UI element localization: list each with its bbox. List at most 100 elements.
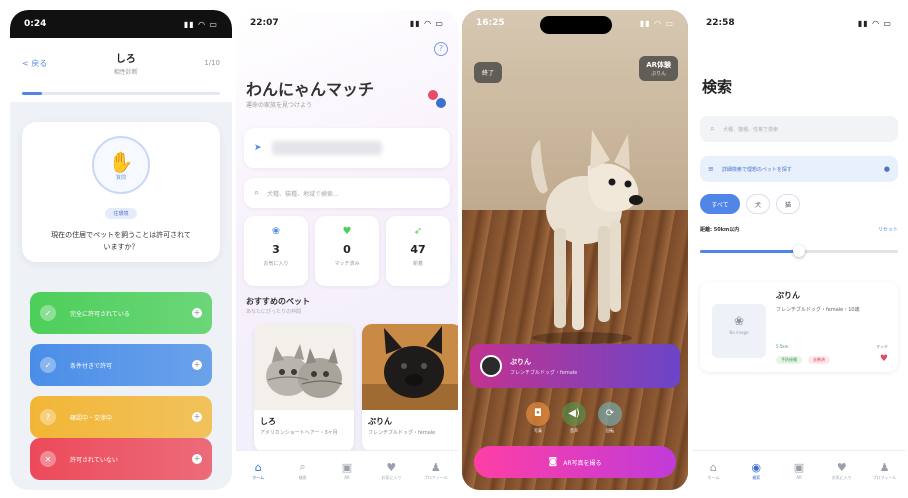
search-icon: ◉	[751, 460, 761, 474]
ar-photo-button[interactable]: ◙ AR写真を撮る	[474, 446, 676, 478]
signal-icon: ▮▮ ◠ ▭	[183, 19, 218, 29]
distance-slider[interactable]	[700, 245, 898, 257]
search-input[interactable]: ⌕ 犬種、猫種、地域で検索...	[244, 178, 450, 208]
species-filter-chips: すべて 犬 猫	[700, 194, 806, 214]
ar-screen: 16:25 ▮▮ ◠ ▭ 終了 AR体験 ぷりん ぷりん フレンチブルドッグ・f…	[462, 10, 688, 490]
search-icon: ⌕	[710, 124, 716, 134]
camera-icon[interactable]: ◘	[526, 402, 550, 426]
tab-label: AR	[796, 475, 802, 480]
stat-label: マッチ済み	[334, 261, 360, 267]
quiz-nav: < 戻る しろ 相性診断 1/10	[10, 50, 232, 76]
search-input[interactable]: ⌕ 犬種、猫種、性格で検索	[700, 116, 898, 142]
location-card[interactable]: ➤	[244, 128, 450, 168]
chip-dog[interactable]: 犬	[746, 194, 770, 214]
tab-label: 検索	[298, 475, 307, 480]
category-badge: 住環境	[105, 208, 137, 219]
filter-icon: ≡	[708, 165, 714, 173]
speaker-icon[interactable]: ◀)	[562, 402, 586, 426]
question-card: ✋ 質問 住環境 現在の住居でペットを飼うことは許可されていますか？	[22, 122, 220, 262]
answer-option-3[interactable]: ? 確認中・交渉中 +	[30, 396, 212, 438]
advanced-search-banner[interactable]: ≡ 詳細検索で理想のペットを探す ●	[700, 156, 898, 182]
distance-reset-link[interactable]: リセット	[878, 226, 898, 233]
heart-icon: ♥	[342, 226, 352, 237]
home-screen: 22:07 ▮▮ ◠ ▭ ? わんにゃんマッチ 運命の家族を見つけよう ➤ ⌕ …	[236, 10, 458, 490]
status-bar: 22:07 ▮▮ ◠ ▭	[236, 10, 458, 36]
tab-home[interactable]: ⌂ ホーム	[240, 461, 276, 481]
tab-bar: ⌂ ホーム ⌕ 検索 ▣ AR ♥ お気に入り ♟ プロフィール	[236, 450, 458, 490]
option-label: 許可されていない	[70, 456, 118, 464]
pet-distance: 5.5km	[776, 344, 789, 349]
pet-card-shiro[interactable]: しろ アメリカンショートヘアー・3ヶ月	[254, 324, 354, 452]
stat-card-favorites[interactable]: ❀ 3 お気に入り	[244, 216, 308, 286]
tab-search[interactable]: ◉ 検索	[738, 461, 774, 481]
search-icon: ⌕	[299, 460, 306, 473]
option-label: 条件付きで許可	[70, 362, 113, 370]
search-icon: ⌕	[254, 188, 260, 198]
pet-breed: フレンチブルドッグ・female・10歳	[776, 307, 860, 313]
status-time: 0:24	[24, 19, 47, 29]
paw-icon: ❀	[271, 226, 281, 237]
status-time: 22:58	[706, 18, 735, 28]
slider-knob[interactable]	[793, 245, 805, 257]
tab-search[interactable]: ⌕ 検索	[285, 460, 321, 481]
back-button[interactable]: < 戻る	[22, 58, 47, 69]
location-icon: ➤	[254, 143, 262, 153]
distance-row: 距離: 50km以内 リセット	[700, 226, 898, 233]
favorite-heart-icon[interactable]: ♥	[880, 354, 888, 364]
ar-photo-label: AR写真を撮る	[563, 459, 602, 467]
ar-mode-subtitle: ぷりん	[651, 71, 667, 77]
plus-icon: +	[192, 360, 202, 370]
answer-option-4[interactable]: ✕ 許可されていない +	[30, 438, 212, 480]
progress-fill	[22, 92, 42, 95]
home-icon: ⌂	[254, 460, 262, 474]
tab-home[interactable]: ⌂ ホーム	[695, 461, 731, 481]
pet-card-purin[interactable]: ぷりん フレンチブルドッグ・female	[362, 324, 458, 452]
option-icon: ✓	[40, 357, 56, 373]
tag-neutered: 去勢済	[808, 356, 830, 364]
question-text: 現在の住居でペットを飼うことは許可されていますか？	[51, 231, 191, 251]
pet-image-placeholder: ❀ No image	[712, 304, 766, 358]
help-icon[interactable]: ?	[434, 42, 448, 56]
tab-bar: ⌂ ホーム ◉ 検索 ▣ AR ♥ お気に入り ♟ プロフィール	[692, 450, 906, 490]
user-icon: ♟	[430, 460, 441, 474]
chip-all[interactable]: すべて	[700, 194, 740, 214]
stat-card-matched[interactable]: ♥ 0 マッチ済み	[315, 216, 379, 286]
search-result-card[interactable]: ❀ No image ぷりん フレンチブルドッグ・female・10歳 5.5k…	[700, 282, 898, 372]
tab-label: お気に入り	[381, 474, 402, 480]
answer-option-1[interactable]: ✓ 完全に許可されている +	[30, 292, 212, 334]
user-icon: ♟	[879, 460, 890, 474]
match-note: マッチ	[876, 344, 888, 349]
status-bar: 0:24 ▮▮ ◠ ▭	[10, 10, 232, 38]
exit-ar-button[interactable]: 終了	[474, 62, 503, 83]
section-title: おすすめのペット	[246, 297, 310, 306]
pet-name: ぷりん	[776, 291, 800, 300]
tab-profile[interactable]: ♟ プロフィール	[867, 461, 903, 481]
tab-ar[interactable]: ▣ AR	[329, 461, 365, 480]
tab-label: プロフィール	[423, 474, 448, 480]
tag-vaccinated: 予防接種	[776, 356, 802, 364]
rotate-icon[interactable]: ⟳	[598, 402, 622, 426]
tab-label: AR	[344, 475, 350, 480]
pet-name: しろ	[260, 417, 276, 426]
image-placeholder-text: No image	[729, 330, 749, 335]
option-icon: ✕	[40, 451, 56, 467]
chip-cat[interactable]: 猫	[776, 194, 800, 214]
pet-name: ぷりん	[510, 357, 531, 366]
banner-text: 詳細検索で理想のペットを探す	[721, 166, 792, 173]
status-time: 22:07	[250, 18, 279, 28]
ar-pet-text: ぷりん フレンチブルドッグ・female	[502, 357, 577, 376]
answer-option-2[interactable]: ✓ 条件付きで許可 +	[30, 344, 212, 386]
pet-avatar	[480, 355, 502, 377]
tab-favorites[interactable]: ♥ お気に入り	[373, 461, 409, 481]
stat-card-new[interactable]: ➶ 47 新着	[386, 216, 450, 286]
tab-profile[interactable]: ♟ プロフィール	[418, 461, 454, 481]
tab-favorites[interactable]: ♥ お気に入り	[824, 461, 860, 481]
status-time: 16:25	[476, 18, 505, 28]
ar-dog-model[interactable]	[502, 100, 652, 350]
pet-name: ぷりん	[368, 417, 392, 426]
pet-breed: アメリカンショートヘアー・3ヶ月	[260, 430, 338, 436]
signal-icon: ▮▮ ◠ ▭	[857, 18, 892, 28]
ar-pet-info-card[interactable]: ぷりん フレンチブルドッグ・female	[470, 344, 680, 388]
stat-label: お気に入り	[263, 261, 289, 267]
tab-ar[interactable]: ▣ AR	[781, 461, 817, 480]
